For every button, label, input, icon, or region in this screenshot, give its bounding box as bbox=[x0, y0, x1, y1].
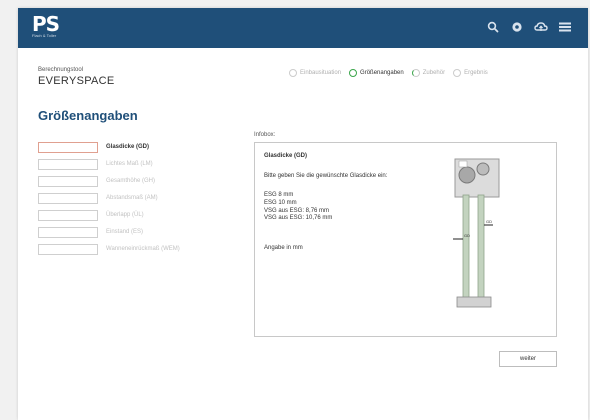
ueberlapp-input[interactable] bbox=[38, 209, 98, 221]
top-bar: PS Flach & Toller bbox=[18, 8, 588, 48]
glass-option: ESG 10 mm bbox=[264, 199, 297, 206]
field-label: Glasdicke (GD) bbox=[106, 144, 150, 150]
wanneneinrueckmass-input[interactable] bbox=[38, 243, 98, 255]
field-label: Überlapp (ÜL) bbox=[106, 212, 144, 218]
logo-mark: PS bbox=[32, 12, 60, 36]
field-label: Abstandsmaß (AM) bbox=[106, 195, 158, 201]
infobox-intro: Bitte geben Sie die gewünschte Glasdicke… bbox=[264, 173, 388, 179]
step-label: Ergebnis bbox=[464, 70, 488, 76]
step-circle-icon bbox=[411, 69, 420, 77]
step-label: Größenangaben bbox=[360, 70, 404, 76]
step-circle-icon bbox=[453, 69, 462, 77]
logo-subtext: Flach & Toller bbox=[32, 33, 57, 38]
field-wanneneinrueckmass: Wanneneinrückmaß (WEM) bbox=[38, 242, 180, 256]
field-abstandsmass: Abstandsmaß (AM) bbox=[38, 191, 180, 205]
field-label: Wanneneinrückmaß (WEM) bbox=[106, 246, 180, 252]
glass-option: VSG aus ESG: 8,76 mm bbox=[264, 207, 330, 214]
settings-icon[interactable] bbox=[510, 20, 524, 34]
diagram-label: GD bbox=[464, 233, 470, 238]
step-ergebnis[interactable]: Ergebnis bbox=[453, 69, 488, 77]
step-label: Einbausituation bbox=[300, 70, 342, 76]
lichtes-mass-input[interactable] bbox=[38, 158, 98, 170]
step-zubehoer[interactable]: Zubehör bbox=[411, 69, 446, 77]
einstand-input[interactable] bbox=[38, 226, 98, 238]
page-title: Größenangaben bbox=[38, 108, 138, 123]
glasdicke-input[interactable] bbox=[38, 141, 98, 153]
field-label: Gesamthöhe (GH) bbox=[106, 178, 156, 184]
app-name: EVERYSPACE bbox=[38, 75, 115, 87]
glass-option: ESG 8 mm bbox=[264, 192, 294, 198]
size-form: Glasdicke (GD) Lichtes Maß (LM) Gesamthö… bbox=[38, 140, 180, 259]
search-icon[interactable] bbox=[486, 20, 500, 34]
glass-option: VSG aus ESG: 10,76 mm bbox=[264, 215, 333, 222]
field-label: Lichtes Maß (LM) bbox=[106, 161, 153, 167]
step-groessenangaben[interactable]: Größenangaben bbox=[349, 69, 404, 77]
progress-steps: Einbausituation Größenangaben Zubehör Er… bbox=[289, 69, 488, 77]
menu-icon[interactable] bbox=[558, 20, 572, 34]
header-icons bbox=[486, 20, 572, 34]
step-circle-icon bbox=[349, 69, 358, 77]
infobox-label: Infobox: bbox=[254, 132, 276, 138]
cloud-icon[interactable] bbox=[534, 20, 548, 34]
field-lichtes-mass: Lichtes Maß (LM) bbox=[38, 157, 180, 171]
step-circle-icon bbox=[289, 69, 297, 77]
next-button[interactable]: weiter bbox=[499, 351, 557, 367]
field-label: Einstand (ES) bbox=[106, 229, 144, 235]
company-logo[interactable]: PS Flach & Toller bbox=[32, 12, 72, 43]
diagram-label: GD bbox=[486, 219, 492, 224]
step-einbausituation[interactable]: Einbausituation bbox=[289, 69, 341, 77]
glass-options-list: ESG 8 mm ESG 10 mm VSG aus ESG: 8,76 mm … bbox=[264, 192, 332, 223]
gesamthoehe-input[interactable] bbox=[38, 175, 98, 187]
field-einstand: Einstand (ES) bbox=[38, 225, 180, 239]
app-page: PS Flach & Toller Berechnungstool EVERYS… bbox=[18, 8, 588, 420]
unit-note: Angabe in mm bbox=[264, 245, 303, 251]
glass-section-diagram: GD GD bbox=[453, 158, 500, 308]
abstandsmass-input[interactable] bbox=[38, 192, 98, 204]
field-gesamthoehe: Gesamthöhe (GH) bbox=[38, 174, 180, 188]
app-label: Berechnungstool bbox=[38, 67, 84, 73]
infobox-title: Glasdicke (GD) bbox=[264, 153, 308, 159]
infobox: Glasdicke (GD) Bitte geben Sie die gewün… bbox=[254, 142, 557, 337]
field-glasdicke: Glasdicke (GD) bbox=[38, 140, 180, 154]
step-label: Zubehör bbox=[422, 70, 446, 76]
field-ueberlapp: Überlapp (ÜL) bbox=[38, 208, 180, 222]
